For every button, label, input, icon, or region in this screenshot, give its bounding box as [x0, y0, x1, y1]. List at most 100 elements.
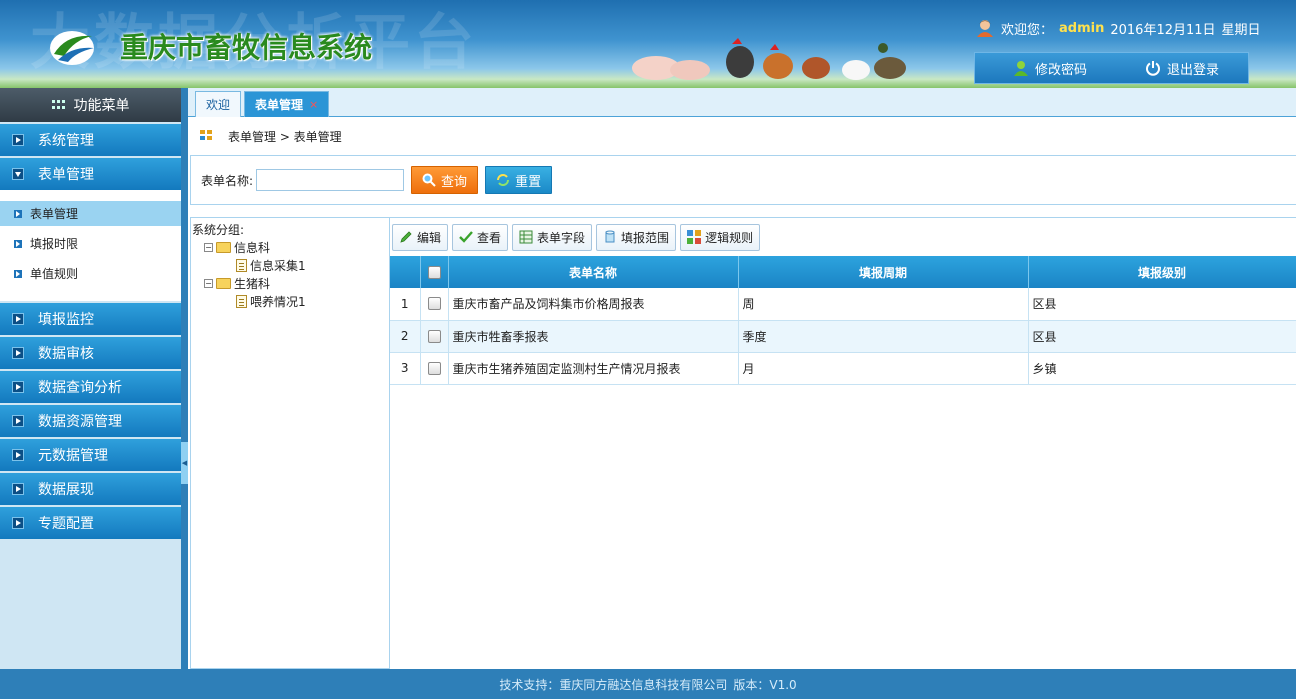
- expand-arrow-icon: [12, 313, 24, 325]
- tree-title-label: 系统分组:: [192, 222, 245, 237]
- row-checkbox[interactable]: [427, 361, 441, 375]
- change-password-button[interactable]: 修改密码: [1013, 59, 1087, 78]
- fill-scope-button[interactable]: 填报范围: [596, 223, 677, 251]
- select-all-header[interactable]: [420, 256, 449, 288]
- menu-item-system-management[interactable]: 系统管理: [0, 124, 181, 156]
- submenu-item-form-management[interactable]: 表单管理: [0, 201, 181, 226]
- bullet-arrow-icon: [14, 239, 22, 248]
- close-icon[interactable]: ×: [309, 98, 318, 111]
- sidebar: 功能菜单 系统管理 表单管理 表单管理 填报时限 单值规则 填报监控 数据审核 …: [0, 88, 181, 669]
- expand-arrow-icon: [12, 347, 24, 359]
- collapse-node-icon[interactable]: −: [204, 242, 213, 252]
- user-icon: [1014, 61, 1028, 76]
- power-icon: [1146, 61, 1160, 76]
- query-button-label: 查询: [441, 174, 468, 190]
- menu-item-data-review[interactable]: 数据审核: [0, 337, 181, 369]
- expand-arrow-icon: [12, 134, 24, 146]
- tab-form-management[interactable]: 表单管理 ×: [244, 91, 330, 117]
- tree-node-leaf[interactable]: 信息采集1: [192, 256, 389, 274]
- menu-item-data-query-analysis[interactable]: 数据查询分析: [0, 371, 181, 403]
- header-action-bar: 修改密码 退出登录: [974, 52, 1249, 84]
- change-password-label: 修改密码: [1035, 62, 1088, 78]
- tree-node-label: 信息采集1: [250, 258, 306, 273]
- table-row[interactable]: 1 重庆市畜产品及饲料集市价格周报表 周 区县: [390, 288, 1296, 320]
- edit-button[interactable]: 编辑: [392, 223, 449, 251]
- row-number: 2: [390, 320, 421, 352]
- submenu-item-single-value-rules[interactable]: 单值规则: [0, 261, 181, 286]
- query-button[interactable]: 查询: [411, 166, 479, 194]
- cell-fill-period: 月: [738, 352, 1029, 384]
- column-header-fill-period[interactable]: 填报周期: [738, 256, 1029, 288]
- expand-arrow-icon: [12, 449, 24, 461]
- group-tree: 系统分组: − 信息科 信息采集1 − 生猪科 喂养情况1: [190, 217, 390, 669]
- tab-bar: 欢迎 表单管理 ×: [188, 88, 1296, 117]
- tree-node-group[interactable]: − 生猪科: [192, 274, 389, 292]
- document-icon: [236, 294, 247, 308]
- view-button[interactable]: 查看: [452, 223, 509, 251]
- form-grid-panel: 编辑 查看 表单字段 填报范围 逻辑规则 表单名称 填报周期 填报级别 1 重庆…: [390, 217, 1296, 669]
- sidebar-splitter[interactable]: ◀: [181, 88, 188, 669]
- current-weekday: 星期日: [1221, 22, 1261, 38]
- menu-item-data-display[interactable]: 数据展现: [0, 473, 181, 505]
- view-button-label: 查看: [477, 230, 502, 245]
- logout-button[interactable]: 退出登录: [1145, 59, 1219, 78]
- tree-node-group[interactable]: − 信息科: [192, 238, 389, 256]
- table-row[interactable]: 2 重庆市牲畜季报表 季度 区县: [390, 320, 1296, 352]
- logo-icon: [50, 31, 94, 65]
- bullet-arrow-icon: [14, 209, 22, 218]
- pencil-icon: [400, 231, 412, 243]
- reset-button[interactable]: 重置: [485, 166, 553, 194]
- collapse-sidebar-button[interactable]: ◀: [181, 442, 188, 484]
- system-title: 重庆市畜牧信息系统: [120, 31, 373, 64]
- cell-fill-level: 乡镇: [1028, 352, 1296, 384]
- spreadsheet-icon: [519, 230, 533, 244]
- collapse-node-icon[interactable]: −: [204, 278, 213, 288]
- current-date: 2016年12月11日: [1110, 22, 1216, 38]
- row-select-cell[interactable]: [420, 320, 449, 352]
- tree-node-label: 信息科: [234, 240, 271, 255]
- column-header-form-name[interactable]: 表单名称: [448, 256, 739, 288]
- expand-arrow-icon: [12, 381, 24, 393]
- submenu-item-label: 单值规则: [30, 267, 79, 281]
- bullet-arrow-icon: [14, 269, 22, 278]
- menu-item-form-management[interactable]: 表单管理: [0, 158, 181, 190]
- menu-item-topic-config[interactable]: 专题配置: [0, 507, 181, 539]
- menu-item-metadata-management[interactable]: 元数据管理: [0, 439, 181, 471]
- row-select-cell[interactable]: [420, 288, 449, 320]
- form-table: 表单名称 填报周期 填报级别 1 重庆市畜产品及饲料集市价格周报表 周 区县 2…: [390, 256, 1296, 385]
- reset-button-label: 重置: [515, 174, 542, 190]
- cell-fill-level: 区县: [1028, 288, 1296, 320]
- submenu-form-management: 表单管理 填报时限 单值规则: [0, 190, 181, 301]
- submenu-item-label: 表单管理: [30, 207, 79, 221]
- version-text: 版本：V1.0: [733, 677, 797, 692]
- table-header-row: 表单名称 填报周期 填报级别: [390, 256, 1296, 288]
- tab-welcome[interactable]: 欢迎: [195, 91, 242, 117]
- tech-support-text: 技术支持：重庆同方融达信息科技有限公司: [499, 677, 728, 692]
- app-header: 大数据分析平台 重庆市畜牧信息系统 欢迎您： admin 2016年12月11日…: [0, 0, 1296, 88]
- select-all-checkbox[interactable]: [427, 265, 441, 279]
- menu-item-label: 填报监控: [38, 312, 94, 328]
- tree-node-leaf[interactable]: 喂养情况1: [192, 292, 389, 310]
- row-checkbox[interactable]: [427, 297, 441, 311]
- breadcrumb-icon: [200, 130, 212, 140]
- row-select-cell[interactable]: [420, 352, 449, 384]
- edit-button-label: 编辑: [417, 230, 442, 245]
- submenu-item-label: 填报时限: [30, 237, 79, 251]
- row-checkbox[interactable]: [427, 329, 441, 343]
- logic-rules-button[interactable]: 逻辑规则: [680, 223, 761, 251]
- submenu-item-fill-deadline[interactable]: 填报时限: [0, 231, 181, 256]
- menu-item-fill-monitoring[interactable]: 填报监控: [0, 303, 181, 335]
- form-fields-button[interactable]: 表单字段: [512, 223, 593, 251]
- folder-open-icon: [216, 277, 231, 289]
- table-row[interactable]: 3 重庆市生猪养殖固定监测村生产情况月报表 月 乡镇: [390, 352, 1296, 384]
- cell-fill-period: 周: [738, 288, 1029, 320]
- form-name-input[interactable]: [256, 169, 405, 191]
- column-header-fill-level[interactable]: 填报级别: [1028, 256, 1296, 288]
- expand-arrow-icon: [12, 517, 24, 529]
- menu-item-label: 元数据管理: [38, 448, 108, 464]
- tree-node-label: 生猪科: [234, 276, 271, 291]
- menu-item-data-resource-management[interactable]: 数据资源管理: [0, 405, 181, 437]
- expand-arrow-icon: [12, 483, 24, 495]
- rules-grid-icon: [687, 230, 702, 244]
- user-info-bar: 欢迎您： admin 2016年12月11日 星期日: [975, 17, 1261, 39]
